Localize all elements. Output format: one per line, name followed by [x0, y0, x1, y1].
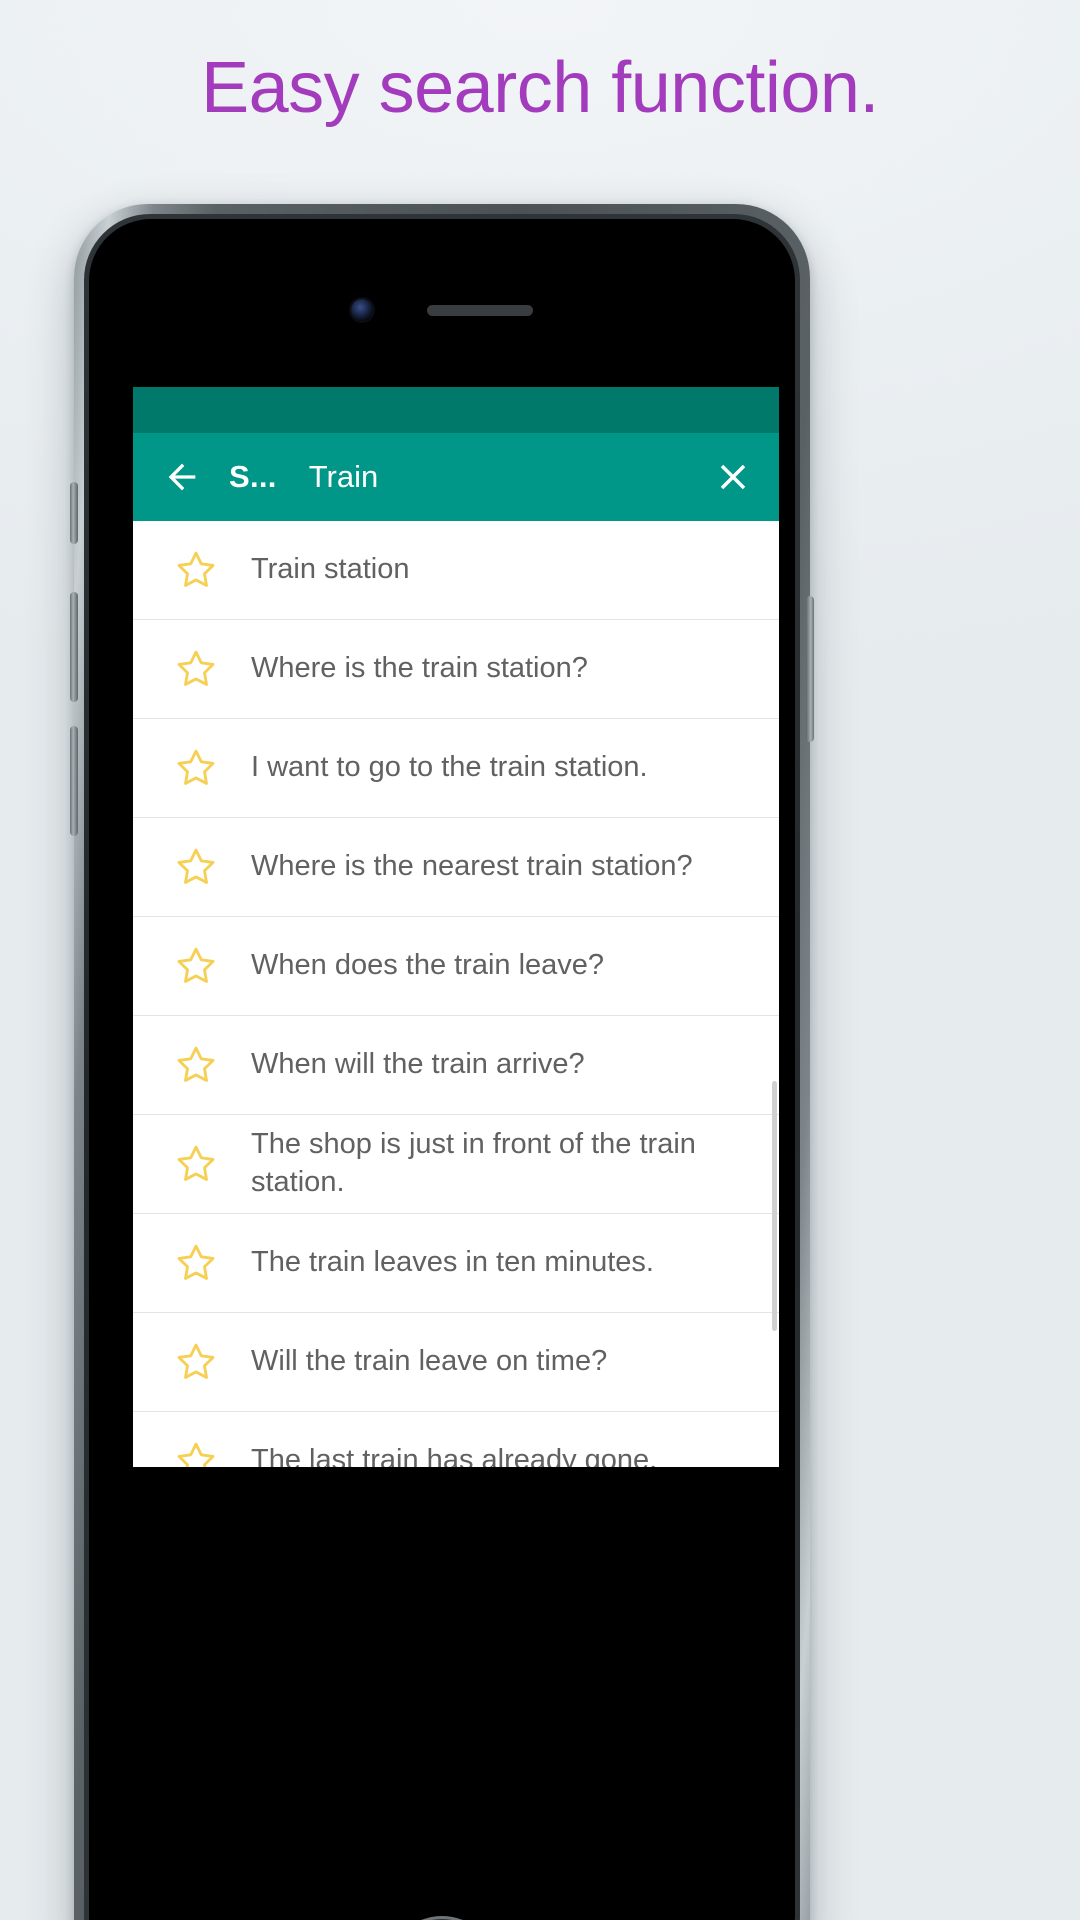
result-row[interactable]: Will the train leave on time?: [133, 1313, 779, 1412]
search-toolbar: S... Train: [133, 433, 779, 521]
result-row-label: The shop is just in front of the train s…: [251, 1128, 696, 1198]
result-row-label: Where is the train station?: [251, 652, 588, 685]
volume-down-button[interactable]: [70, 726, 78, 836]
result-row[interactable]: Train station: [133, 521, 779, 620]
close-icon[interactable]: [709, 453, 757, 501]
star-outline-icon[interactable]: [167, 547, 225, 593]
result-row[interactable]: The shop is just in front of the train s…: [133, 1115, 779, 1214]
result-row[interactable]: The train leaves in ten minutes.: [133, 1214, 779, 1313]
result-row-label: Train station: [251, 553, 410, 586]
result-row-label: When will the train arrive?: [251, 1048, 585, 1081]
earpiece-speaker: [427, 304, 533, 316]
result-row[interactable]: When does the train leave?: [133, 917, 779, 1016]
app-viewport: S... Train Train station Where is the tra…: [133, 387, 779, 1467]
search-scope-label: S...: [229, 459, 277, 494]
star-outline-icon[interactable]: [167, 1240, 225, 1286]
star-outline-icon[interactable]: [167, 943, 225, 989]
star-outline-icon[interactable]: [167, 1141, 225, 1187]
volume-up-button[interactable]: [70, 592, 78, 702]
result-row-label: Where is the nearest train station?: [251, 850, 693, 883]
screen-bottom-filler: [133, 1467, 779, 1593]
star-outline-icon[interactable]: [167, 844, 225, 890]
result-row[interactable]: When will the train arrive?: [133, 1016, 779, 1115]
scrollbar-thumb[interactable]: [772, 1081, 777, 1331]
result-row-label: The last train has already gone.: [251, 1444, 658, 1467]
status-bar: [133, 387, 779, 433]
result-row-label: Will the train leave on time?: [251, 1345, 608, 1378]
search-results-list[interactable]: Train station Where is the train station?…: [133, 521, 779, 1467]
phone-bezel: S... Train Train station Where is the tra…: [84, 214, 800, 1920]
star-outline-icon[interactable]: [167, 1339, 225, 1385]
result-row-label: When does the train leave?: [251, 949, 605, 982]
star-outline-icon[interactable]: [167, 1042, 225, 1088]
power-button[interactable]: [806, 596, 814, 742]
back-arrow-icon[interactable]: [159, 454, 205, 500]
star-outline-icon[interactable]: [167, 646, 225, 692]
result-row-label: I want to go to the train station.: [251, 751, 648, 784]
result-row-label: The train leaves in ten minutes.: [251, 1246, 654, 1279]
front-camera-icon: [351, 299, 373, 321]
mute-switch[interactable]: [70, 482, 78, 544]
page-title: Easy search function.: [201, 48, 879, 128]
result-row[interactable]: Where is the nearest train station?: [133, 818, 779, 917]
phone-device-frame: S... Train Train station Where is the tra…: [70, 204, 814, 1920]
result-row[interactable]: I want to go to the train station.: [133, 719, 779, 818]
star-outline-icon[interactable]: [167, 745, 225, 791]
result-row[interactable]: The last train has already gone.: [133, 1412, 779, 1467]
star-outline-icon[interactable]: [167, 1438, 225, 1467]
phone-sensor-strip: [89, 297, 795, 323]
result-row[interactable]: Where is the train station?: [133, 620, 779, 719]
phone-screen: S... Train Train station Where is the tra…: [89, 219, 795, 1920]
search-input[interactable]: Train: [309, 459, 709, 495]
